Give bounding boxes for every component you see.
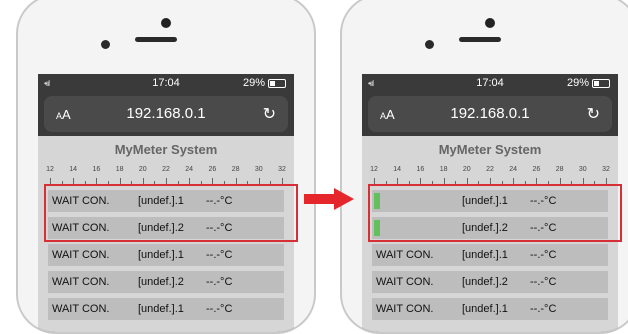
- sensor-row[interactable]: WAIT CON. [undef.].1 --.-°C: [48, 298, 284, 320]
- url-text[interactable]: 192.168.0.1: [38, 105, 294, 122]
- scale-tick-label: 32: [278, 166, 286, 173]
- status-bar: •ııl 17:04 29%: [38, 74, 294, 92]
- phone-before: •ııl 17:04 29% AA 192.168.0.1 ↻ MyMeter …: [16, 0, 316, 334]
- battery-indicator: 29%: [567, 77, 610, 89]
- sensor-temperature: --.-°C: [206, 276, 233, 288]
- scale-tick-label: 28: [555, 166, 564, 173]
- scale-tick-label: 26: [208, 166, 217, 173]
- scale-tick-label: 20: [462, 166, 471, 173]
- sensor-row[interactable]: WAIT CON. [undef.].2 --.-°C: [372, 271, 608, 293]
- reload-icon[interactable]: ↻: [263, 104, 276, 124]
- sensor-id: [undef.].1: [138, 303, 184, 315]
- arrow-shape: [304, 188, 354, 210]
- sensor-row[interactable]: WAIT CON. [undef.].1 --.-°C: [48, 244, 284, 266]
- sensor-id: [undef.].1: [462, 303, 508, 315]
- battery-icon: [268, 78, 286, 88]
- speaker-grille: [135, 37, 177, 42]
- sensor-row[interactable]: WAIT CON. [undef.].1 --.-°C: [372, 244, 608, 266]
- speaker-grille: [459, 37, 501, 42]
- phone-after: •ııl 17:04 29% AA 192.168.0.1 ↻ MyMeter …: [340, 0, 628, 334]
- scale-tick-label: 16: [416, 166, 425, 173]
- sensor-id: [undef.].1: [462, 249, 508, 261]
- app-title: MyMeter System: [438, 142, 542, 157]
- sensor-id: [undef.].2: [462, 276, 508, 288]
- battery-percent: 29%: [566, 77, 589, 89]
- battery-percent: 29%: [242, 77, 265, 89]
- scale-tick-label: 24: [185, 166, 194, 173]
- sensor-row[interactable]: WAIT CON. [undef.].2 --.-°C: [48, 271, 284, 293]
- scale-tick-label: 30: [578, 166, 587, 173]
- sensor-temperature: --.-°C: [206, 249, 233, 261]
- temperature-scale: 12 14 16 18 20 22 24 26 28 30 32: [370, 162, 610, 185]
- scale-tick-label: 28: [231, 166, 240, 173]
- scale-tick-label: 26: [532, 166, 541, 173]
- top-sensor: [161, 18, 171, 28]
- sensor-temperature: --.-°C: [530, 276, 557, 288]
- scale-tick-label: 18: [439, 166, 448, 173]
- battery-icon: [592, 78, 610, 88]
- sensor-temperature: --.-°C: [530, 303, 557, 315]
- sensor-name: WAIT CON.: [376, 249, 434, 261]
- sensor-temperature: --.-°C: [206, 303, 233, 315]
- scale-tick-label: 24: [509, 166, 518, 173]
- sensor-id: [undef.].1: [138, 249, 184, 261]
- front-camera-icon: [101, 40, 110, 49]
- scale-tick-label: 12: [46, 166, 54, 173]
- reload-icon[interactable]: ↻: [587, 104, 600, 124]
- scale-tick-label: 14: [393, 166, 402, 173]
- sensor-name: WAIT CON.: [52, 303, 110, 315]
- status-bar: •ııl 17:04 29%: [362, 74, 618, 92]
- browser-bar: AA 192.168.0.1 ↻: [362, 92, 618, 136]
- sensor-name: WAIT CON.: [52, 276, 110, 288]
- scale-tick-label: 30: [254, 166, 263, 173]
- sensor-row[interactable]: WAIT CON. [undef.].1 --.-°C: [372, 298, 608, 320]
- app-title: MyMeter System: [114, 142, 218, 157]
- scale-tick-label: 20: [138, 166, 147, 173]
- sensor-temperature: --.-°C: [530, 249, 557, 261]
- url-text[interactable]: 192.168.0.1: [362, 105, 618, 122]
- scale-tick-label: 12: [370, 166, 378, 173]
- transition-arrow-icon: [304, 188, 354, 210]
- top-sensor: [485, 18, 495, 28]
- scale-tick-label: 22: [162, 166, 170, 173]
- scale-tick-label: 16: [92, 166, 101, 173]
- scale-tick-label: 14: [69, 166, 78, 173]
- browser-bar: AA 192.168.0.1 ↻: [38, 92, 294, 136]
- temperature-scale: 12 14 16 18 20 22 24 26 28 30 32: [46, 162, 286, 185]
- scale-tick-label: 18: [115, 166, 124, 173]
- scale-tick-label: 22: [486, 166, 494, 173]
- scale-tick-label: 32: [602, 166, 610, 173]
- battery-indicator: 29%: [243, 77, 286, 89]
- sensor-name: WAIT CON.: [52, 249, 110, 261]
- highlight-box-after: [368, 184, 622, 242]
- highlight-box-before: [44, 184, 298, 242]
- sensor-id: [undef.].2: [138, 276, 184, 288]
- sensor-name: WAIT CON.: [376, 303, 434, 315]
- front-camera-icon: [425, 40, 434, 49]
- sensor-name: WAIT CON.: [376, 276, 434, 288]
